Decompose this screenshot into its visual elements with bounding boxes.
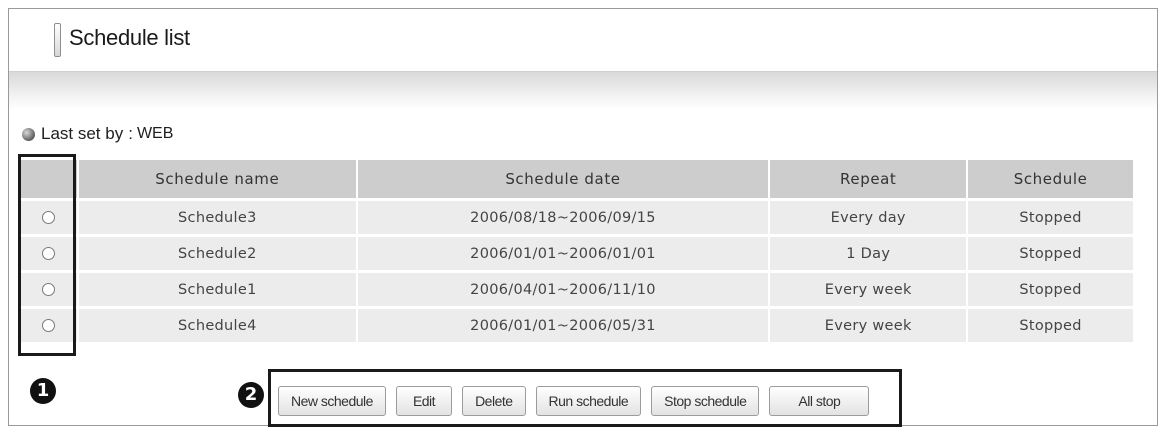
row-radio[interactable] (41, 247, 55, 260)
cell-status: Stopped (968, 309, 1133, 342)
cell-schedule-date: 2006/08/18~2006/09/15 (357, 201, 771, 234)
bullet-icon (22, 127, 35, 141)
title-marker-icon (54, 23, 61, 57)
row-radio[interactable] (41, 211, 55, 224)
column-header-schedule: Schedule (968, 160, 1133, 198)
table-row[interactable]: Schedule4 2006/01/01~2006/05/31 Every we… (19, 309, 1133, 342)
table-row[interactable]: Schedule3 2006/08/18~2006/09/15 Every da… (19, 201, 1133, 234)
row-radio[interactable] (41, 319, 55, 332)
cell-repeat: 1 Day (770, 237, 969, 270)
cell-repeat: Every day (770, 201, 969, 234)
new-schedule-button[interactable]: New schedule (278, 386, 386, 416)
title-bar: Schedule list (9, 9, 1157, 72)
last-set-info: Last set by : WEB (22, 124, 173, 144)
last-set-value: WEB (136, 125, 174, 142)
cell-schedule-name: Schedule2 (79, 237, 358, 270)
column-header-repeat: Repeat (770, 160, 969, 198)
action-button-row: New schedule Edit Delete Run schedule St… (278, 386, 870, 416)
cell-schedule-name: Schedule4 (79, 309, 358, 342)
row-select-cell (19, 237, 79, 270)
cell-status: Stopped (968, 237, 1133, 270)
header-band (9, 72, 1157, 110)
schedule-table: Schedule name Schedule date Repeat Sched… (19, 157, 1133, 345)
row-select-cell (19, 273, 79, 306)
row-select-cell (19, 201, 79, 234)
column-header-schedule-name: Schedule name (79, 160, 358, 198)
table-row[interactable]: Schedule2 2006/01/01~2006/01/01 1 Day St… (19, 237, 1133, 270)
cell-schedule-name: Schedule3 (79, 201, 358, 234)
cell-schedule-name: Schedule1 (79, 273, 358, 306)
cell-schedule-date: 2006/01/01~2006/05/31 (357, 309, 771, 342)
all-stop-button[interactable]: All stop (769, 386, 870, 416)
cell-schedule-date: 2006/04/01~2006/11/10 (357, 273, 771, 306)
delete-button[interactable]: Delete (462, 386, 526, 416)
last-set-label: Last set by (41, 124, 124, 143)
stop-schedule-button[interactable]: Stop schedule (651, 386, 760, 416)
cell-status: Stopped (968, 201, 1133, 234)
last-set-separator: : (128, 124, 133, 143)
cell-status: Stopped (968, 273, 1133, 306)
page-title: Schedule list (69, 25, 190, 50)
cell-schedule-date: 2006/01/01~2006/01/01 (357, 237, 771, 270)
table-header-row: Schedule name Schedule date Repeat Sched… (19, 160, 1133, 198)
row-select-cell (19, 309, 79, 342)
table-row[interactable]: Schedule1 2006/04/01~2006/11/10 Every we… (19, 273, 1133, 306)
callout-number-two: 2 (238, 382, 264, 408)
run-schedule-button[interactable]: Run schedule (535, 386, 642, 416)
cell-repeat: Every week (770, 309, 969, 342)
edit-button[interactable]: Edit (395, 386, 453, 416)
row-radio[interactable] (41, 283, 55, 296)
column-header-schedule-date: Schedule date (357, 160, 771, 198)
cell-repeat: Every week (770, 273, 969, 306)
callout-number-one: 1 (30, 378, 56, 404)
select-column-header (19, 160, 79, 198)
